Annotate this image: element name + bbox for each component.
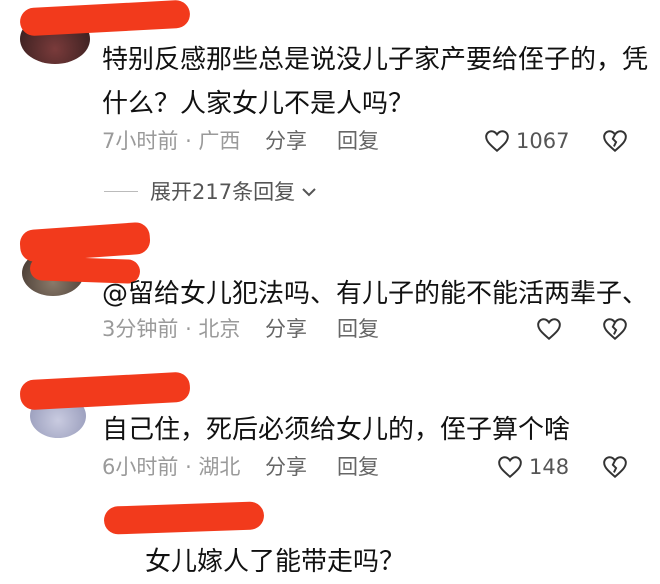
meta-separator: · bbox=[185, 129, 199, 153]
heart-icon bbox=[497, 455, 523, 479]
chevron-down-icon bbox=[301, 179, 317, 203]
comment-time: 7小时前 bbox=[102, 129, 179, 153]
reply-button[interactable]: 回复 bbox=[337, 314, 379, 344]
broken-heart-icon bbox=[602, 130, 628, 157]
redacted-username bbox=[103, 501, 265, 535]
redacted-username bbox=[19, 0, 191, 37]
comment-location: 广西 bbox=[198, 129, 241, 153]
comment-meta: 7小时前 · 广西 bbox=[102, 126, 240, 156]
share-button[interactable]: 分享 bbox=[265, 452, 307, 482]
reply-button[interactable]: 回复 bbox=[337, 452, 379, 482]
dislike-button[interactable] bbox=[602, 455, 628, 483]
like-button[interactable]: 1067 bbox=[484, 126, 569, 156]
comment-text-line: 女儿嫁人了能带走吗？ bbox=[145, 547, 406, 577]
comment-meta: 6小时前 · 湖北 bbox=[102, 452, 240, 482]
comment-time: 3分钟前 bbox=[102, 317, 179, 341]
heart-icon bbox=[484, 129, 510, 153]
comment-text-line: 自己住，死后必须给女儿的，侄子算个啥 bbox=[102, 415, 571, 445]
comment-location: 湖北 bbox=[198, 455, 241, 479]
comment-text-line: @留给女儿犯法吗、有儿子的能不能活两辈子、 bbox=[102, 279, 649, 309]
like-count: 1067 bbox=[516, 129, 570, 153]
reply-button[interactable]: 回复 bbox=[337, 126, 379, 156]
broken-heart-icon bbox=[602, 456, 628, 483]
meta-separator: · bbox=[185, 455, 199, 479]
expand-replies-label: 展开217条回复 bbox=[150, 180, 296, 204]
comment-text-line: 特别反感那些总是说没儿子家产要给侄子的，凭 bbox=[102, 45, 649, 75]
like-button[interactable] bbox=[536, 314, 562, 344]
share-button[interactable]: 分享 bbox=[265, 126, 307, 156]
share-button[interactable]: 分享 bbox=[265, 314, 307, 344]
divider bbox=[104, 190, 138, 192]
broken-heart-icon bbox=[602, 318, 628, 345]
meta-separator: · bbox=[185, 317, 199, 341]
like-button[interactable]: 148 bbox=[497, 452, 569, 482]
redacted-username bbox=[19, 371, 191, 411]
comment-text-line: 什么？人家女儿不是人吗？ bbox=[102, 89, 415, 119]
comment-location: 北京 bbox=[198, 317, 241, 341]
comment-time: 6小时前 bbox=[102, 455, 179, 479]
expand-replies-button[interactable]: 展开217条回复 bbox=[104, 176, 317, 206]
comment-meta: 3分钟前 · 北京 bbox=[102, 314, 240, 344]
dislike-button[interactable] bbox=[602, 317, 628, 345]
like-count: 148 bbox=[529, 455, 570, 479]
dislike-button[interactable] bbox=[602, 129, 628, 157]
heart-icon bbox=[536, 317, 562, 341]
